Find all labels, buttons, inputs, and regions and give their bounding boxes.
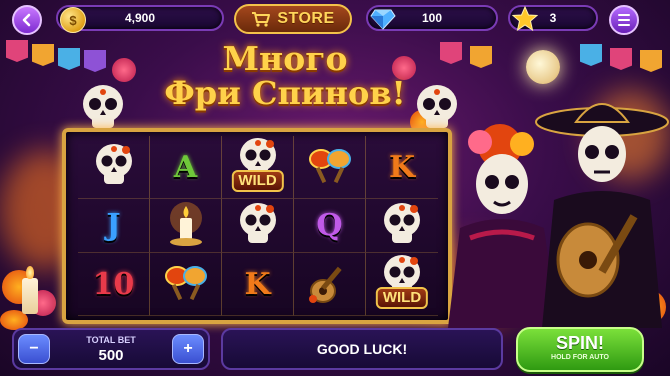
spin-sublabel: HOLD FOR AUTO	[551, 354, 609, 361]
gem-amount: 100	[421, 11, 443, 25]
reel-cell: A	[150, 136, 222, 199]
reel-cell: K	[366, 136, 438, 199]
promo-title: Много Фри Спинов!	[140, 39, 430, 112]
flag-decor	[440, 42, 462, 64]
store-label: STORE	[277, 10, 335, 27]
reel-cell	[78, 136, 150, 199]
menu-button[interactable]	[609, 5, 639, 35]
flag-decor	[6, 40, 28, 62]
status-message: GOOD LUCK!	[316, 341, 408, 357]
skull-icon	[380, 201, 424, 251]
flag-decor	[470, 46, 492, 68]
message-panel: GOOD LUCK!	[221, 328, 503, 370]
reel-cell: K	[222, 253, 294, 316]
reel-cell	[150, 253, 222, 316]
reel-symbol-letter: J	[106, 208, 121, 243]
reel-cell	[222, 199, 294, 253]
skull-icon	[236, 201, 280, 251]
wild-label: WILD	[231, 170, 284, 192]
skull-icon	[92, 142, 136, 192]
wild-label: WILD	[375, 287, 429, 309]
back-button[interactable]	[12, 5, 42, 35]
candle	[22, 278, 38, 314]
moon	[526, 50, 560, 84]
reel-cell: Q	[294, 199, 366, 253]
candle-flame	[26, 266, 34, 279]
flag-decor	[580, 44, 602, 66]
reel-cell	[366, 199, 438, 253]
reel-symbol-letter: K	[388, 149, 416, 185]
sugar-skull-icon	[83, 85, 123, 128]
flag-decor	[58, 48, 80, 70]
flag-decor	[640, 50, 662, 72]
chevron-left-icon	[22, 13, 31, 27]
rose-flower	[112, 58, 136, 82]
flag-decor	[610, 48, 632, 70]
coin-symbol: $	[69, 12, 77, 28]
flag-decor	[84, 50, 106, 72]
guitar-icon	[307, 259, 353, 309]
reel-cell: WILD	[222, 136, 294, 199]
reel-symbol-letter: A	[173, 149, 198, 185]
increase-bet-button[interactable]: +	[172, 334, 204, 364]
candle-icon	[166, 200, 206, 252]
cart-icon	[252, 12, 271, 27]
menu-icon	[618, 14, 630, 16]
reel-cell: WILD	[366, 253, 438, 316]
star-icon	[512, 6, 538, 32]
coin-icon: $	[60, 7, 86, 33]
promo-title-line1: Много	[222, 39, 348, 78]
reel-symbol-letter: 10	[92, 266, 135, 302]
spin-label: SPIN!	[555, 333, 604, 353]
maracas-icon	[306, 145, 354, 189]
reel-symbol-letter: K	[244, 266, 271, 302]
reel-symbol-letter: Q	[316, 208, 343, 243]
bet-panel: − TOTAL BET 500 +	[12, 328, 210, 370]
reel-cell	[294, 253, 366, 316]
reel-cell: 10	[78, 253, 150, 316]
reel-cell	[150, 199, 222, 253]
store-button[interactable]: STORE	[234, 4, 352, 34]
maracas-icon	[162, 262, 210, 306]
gem-icon	[370, 9, 396, 30]
plus-icon: +	[183, 340, 193, 357]
reel-cell: J	[78, 199, 150, 253]
reel-cell	[294, 136, 366, 199]
coin-amount: 4,900	[124, 11, 156, 25]
promo-title-line2: Фри Спинов!	[164, 73, 406, 112]
top-bar: 4,900 $ STORE 100 3	[0, 0, 670, 38]
mariachi-skeleton-character	[535, 103, 669, 328]
star-amount: 3	[549, 11, 557, 25]
spin-button[interactable]: SPIN! HOLD FOR AUTO	[516, 327, 644, 372]
reel-grid[interactable]: A WILD K J Q 10 K WILD	[78, 136, 438, 316]
flag-decor	[32, 44, 54, 66]
